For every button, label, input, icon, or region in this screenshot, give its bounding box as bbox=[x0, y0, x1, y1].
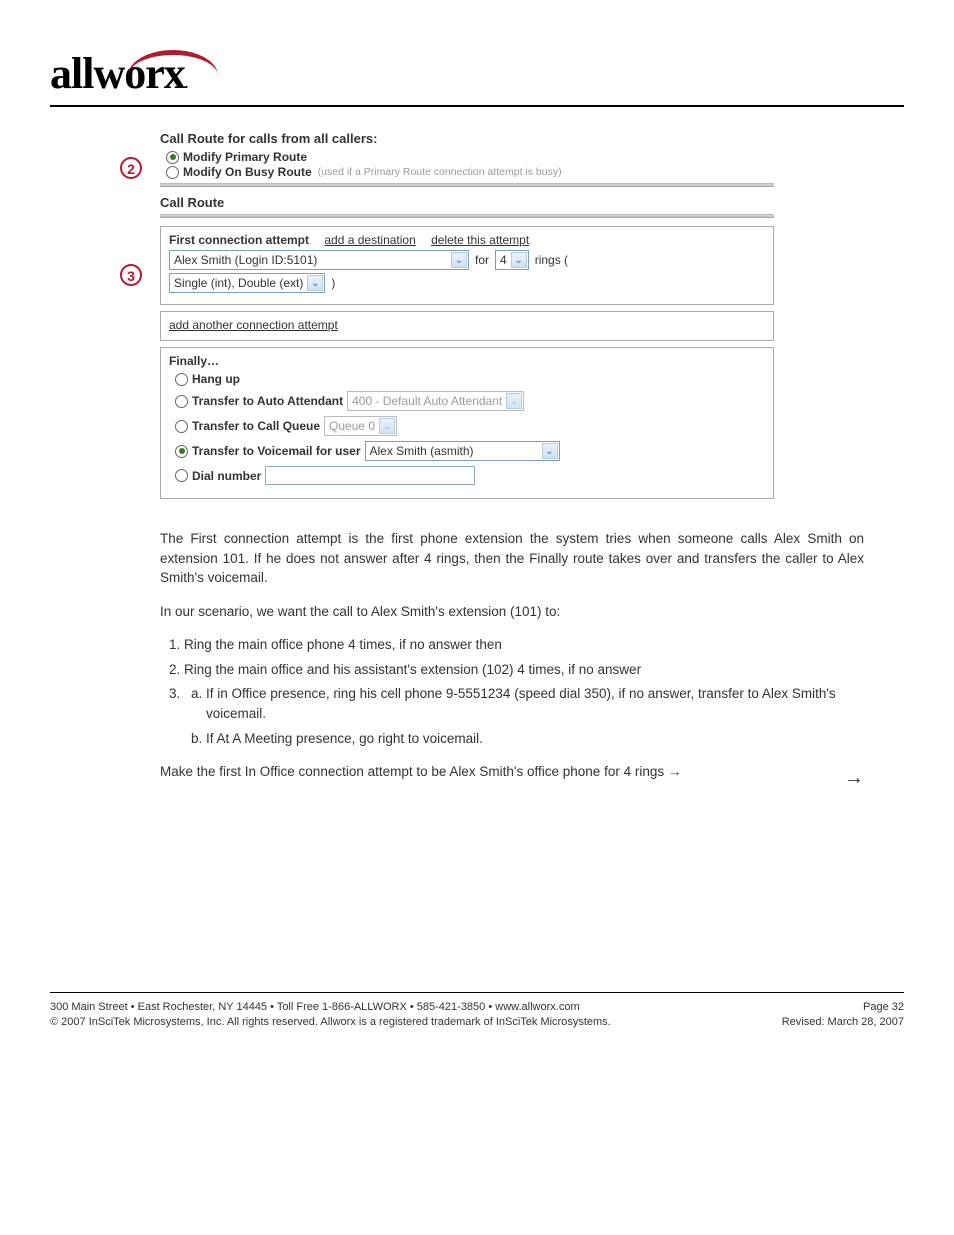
aa-select: 400 - Default Auto Attendant ⌄ bbox=[347, 391, 524, 411]
footer-address: 300 Main Street • East Rochester, NY 144… bbox=[50, 1001, 580, 1013]
radio-unchecked-icon bbox=[175, 373, 188, 386]
radio-transfer-queue[interactable]: Transfer to Call Queue Queue 0 ⌄ bbox=[169, 416, 765, 436]
separator bbox=[160, 183, 774, 187]
list-item: If in Office presence, ring his cell pho… bbox=[206, 684, 864, 723]
queue-select-value: Queue 0 bbox=[329, 419, 375, 433]
radio-unchecked-icon bbox=[175, 469, 188, 482]
radio-busy-label: Modify On Busy Route bbox=[183, 165, 312, 179]
chevron-down-icon: ⌄ bbox=[542, 443, 558, 459]
aa-select-value: 400 - Default Auto Attendant bbox=[352, 394, 502, 408]
first-attempt-box: First connection attempt add a destinati… bbox=[160, 226, 774, 305]
header-logo-area: allworx. bbox=[50, 48, 904, 107]
arrow-right-icon: → bbox=[844, 764, 864, 793]
ring-type-select[interactable]: Single (int), Double (ext) ⌄ bbox=[169, 273, 325, 293]
list-item: Ring the main office and his assistant's… bbox=[184, 660, 864, 680]
radio-checked-icon bbox=[166, 151, 179, 164]
queue-select: Queue 0 ⌄ bbox=[324, 416, 397, 436]
radio-transfer-aa[interactable]: Transfer to Auto Attendant 400 - Default… bbox=[169, 391, 765, 411]
radio-dial-number[interactable]: Dial number bbox=[169, 466, 765, 485]
footer-copyright: © 2007 InSciTek Microsystems, Inc. All r… bbox=[50, 1016, 611, 1028]
paragraph-3: → Make the first In Office connection at… bbox=[160, 762, 864, 782]
user-select[interactable]: Alex Smith (Login ID:5101) ⌄ bbox=[169, 250, 469, 270]
body-text: The First connection attempt is the firs… bbox=[160, 529, 864, 782]
ring-type-value: Single (int), Double (ext) bbox=[174, 276, 303, 290]
add-another-box: add another connection attempt bbox=[160, 311, 774, 341]
rings-label: rings ( bbox=[535, 253, 568, 267]
ring-count-select[interactable]: 4 ⌄ bbox=[495, 250, 529, 270]
logo-dot: . bbox=[185, 77, 188, 92]
radio-hangup[interactable]: Hang up bbox=[169, 372, 765, 386]
chevron-down-icon: ⌄ bbox=[307, 275, 323, 291]
transfer-aa-label: Transfer to Auto Attendant bbox=[192, 394, 343, 408]
vm-user-select[interactable]: Alex Smith (asmith) ⌄ bbox=[365, 441, 560, 461]
ring-count-value: 4 bbox=[500, 253, 507, 267]
step-badge-3: 3 bbox=[120, 264, 142, 286]
radio-unchecked-icon bbox=[166, 166, 179, 179]
list-item: If in Office presence, ring his cell pho… bbox=[184, 684, 864, 748]
footer-revised: Revised: March 28, 2007 bbox=[782, 1016, 904, 1028]
first-attempt-label: First connection attempt bbox=[169, 233, 309, 247]
page-footer: 300 Main Street • East Rochester, NY 144… bbox=[50, 992, 904, 1028]
close-paren: ) bbox=[331, 276, 335, 290]
hangup-label: Hang up bbox=[192, 372, 240, 386]
finally-box: Finally… Hang up Transfer to Auto Attend… bbox=[160, 347, 774, 499]
list-item: If At A Meeting presence, go right to vo… bbox=[206, 729, 864, 749]
for-label: for bbox=[475, 253, 489, 267]
radio-checked-icon bbox=[175, 445, 188, 458]
transfer-queue-label: Transfer to Call Queue bbox=[192, 419, 320, 433]
add-another-link[interactable]: add another connection attempt bbox=[169, 318, 338, 332]
chevron-down-icon: ⌄ bbox=[506, 393, 522, 409]
paragraph-3-text: Make the first In Office connection atte… bbox=[160, 764, 681, 779]
chevron-down-icon: ⌄ bbox=[379, 418, 395, 434]
list-item: Ring the main office phone 4 times, if n… bbox=[184, 635, 864, 655]
transfer-vm-label: Transfer to Voicemail for user bbox=[192, 444, 361, 458]
call-route-header: Call Route for calls from all callers: bbox=[160, 131, 774, 146]
chevron-down-icon: ⌄ bbox=[451, 252, 467, 268]
step-2-row: 2 Call Route for calls from all callers:… bbox=[160, 131, 774, 218]
radio-modify-primary[interactable]: Modify Primary Route bbox=[160, 150, 774, 164]
logo: allworx. bbox=[50, 48, 187, 99]
user-select-value: Alex Smith (Login ID:5101) bbox=[174, 253, 317, 267]
separator bbox=[160, 214, 774, 218]
scenario-list: Ring the main office phone 4 times, if n… bbox=[184, 635, 864, 748]
radio-primary-label: Modify Primary Route bbox=[183, 150, 307, 164]
dial-number-label: Dial number bbox=[192, 469, 261, 483]
vm-user-value: Alex Smith (asmith) bbox=[370, 444, 474, 458]
footer-page: Page 32 bbox=[863, 1001, 904, 1013]
add-destination-link[interactable]: add a destination bbox=[324, 233, 415, 247]
radio-modify-busy[interactable]: Modify On Busy Route (used if a Primary … bbox=[160, 165, 774, 179]
radio-transfer-vm[interactable]: Transfer to Voicemail for user Alex Smit… bbox=[169, 441, 765, 461]
radio-unchecked-icon bbox=[175, 420, 188, 433]
paragraph-1: The First connection attempt is the firs… bbox=[160, 529, 864, 588]
radio-busy-hint: (used if a Primary Route connection atte… bbox=[318, 166, 562, 178]
finally-label: Finally… bbox=[169, 354, 765, 368]
call-route-label: Call Route bbox=[160, 195, 774, 210]
radio-unchecked-icon bbox=[175, 395, 188, 408]
delete-attempt-link[interactable]: delete this attempt bbox=[431, 233, 529, 247]
step-3-row: 3 First connection attempt add a destina… bbox=[160, 226, 774, 499]
chevron-down-icon: ⌄ bbox=[511, 252, 527, 268]
step-badge-2: 2 bbox=[120, 157, 142, 179]
dial-number-input[interactable] bbox=[265, 466, 475, 485]
paragraph-2-lead: In our scenario, we want the call to Ale… bbox=[160, 602, 864, 622]
